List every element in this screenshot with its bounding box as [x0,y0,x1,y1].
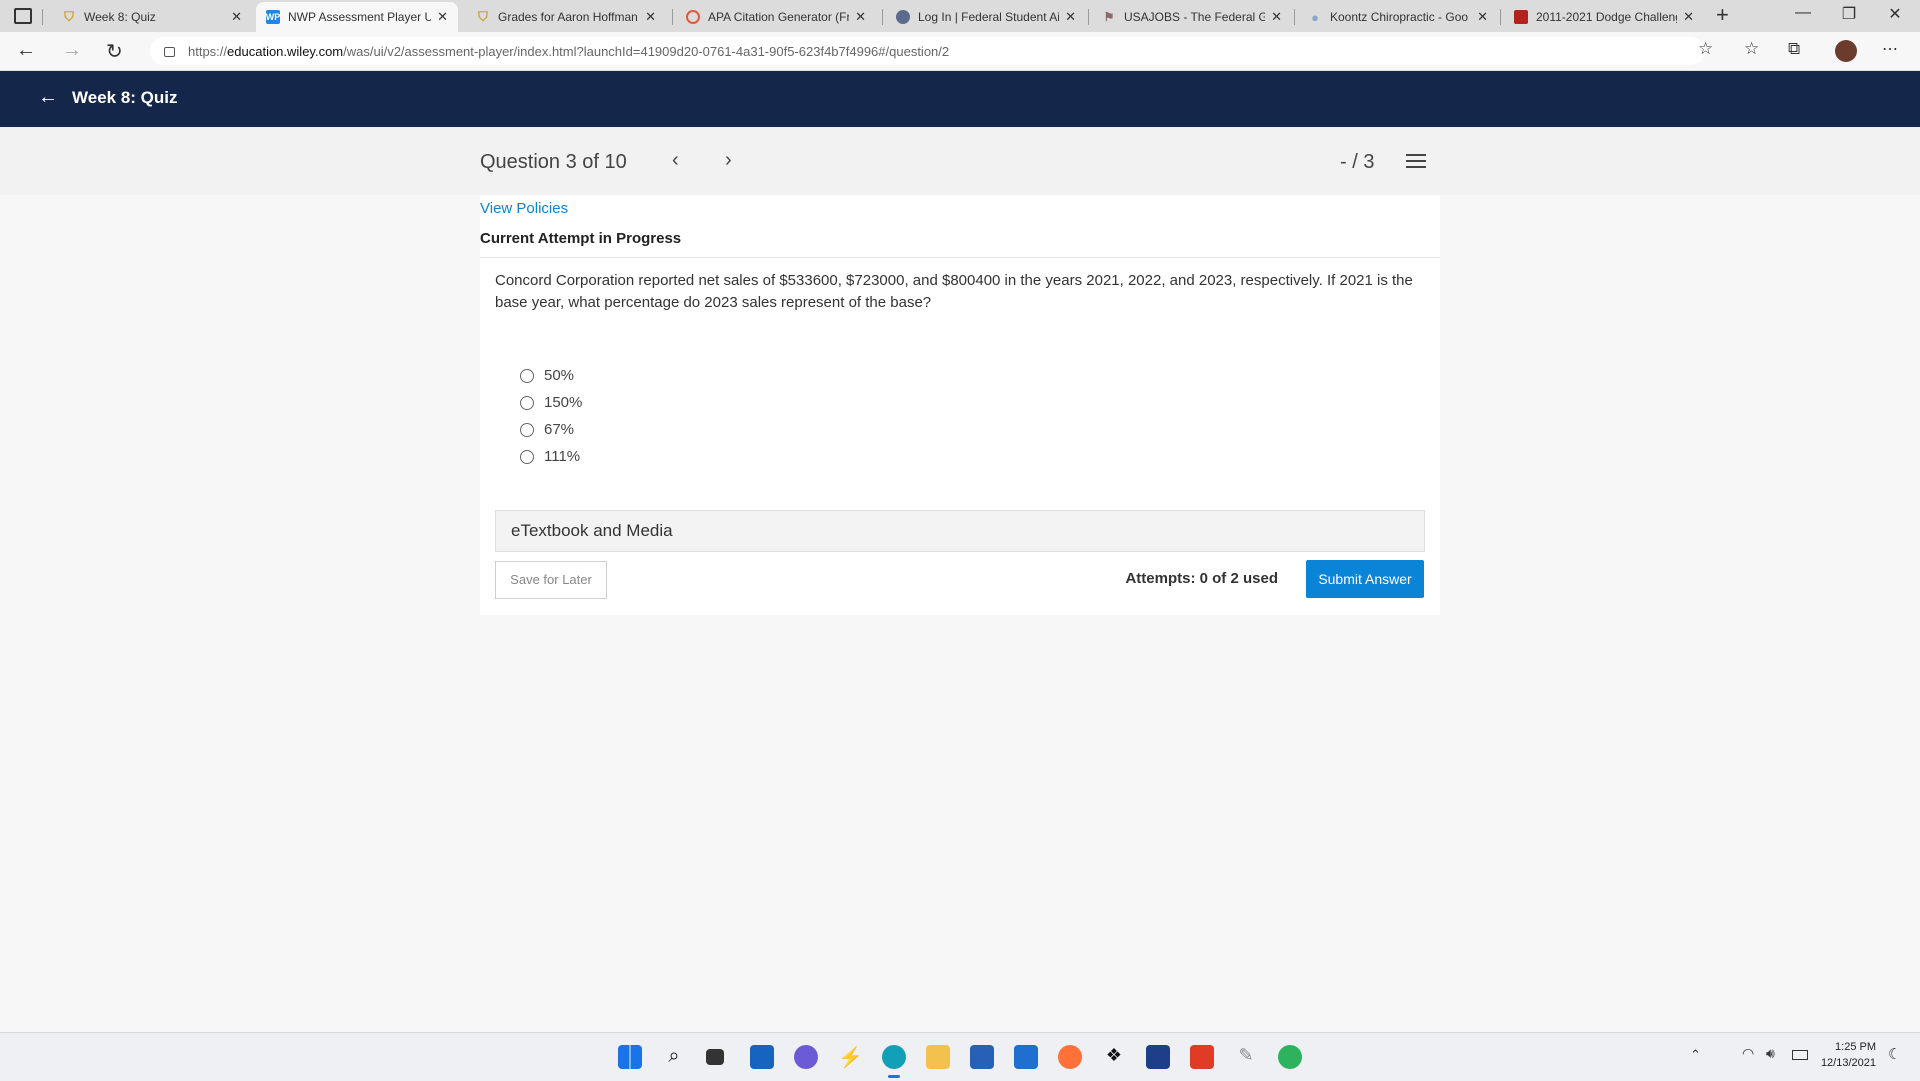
question-score: - / 3 [1340,151,1375,173]
answer-option[interactable]: 111% [520,448,582,475]
close-tab-icon[interactable]: ✕ [1477,9,1488,25]
browser-tab-grades[interactable]: ⛉ Grades for Aaron Hoffman ✕ [466,2,666,32]
browser-tab-usajobs[interactable]: ⚑ USAJOBS - The Federal Go ✕ [1092,2,1292,32]
lock-icon [164,47,175,57]
close-tab-icon[interactable]: ✕ [231,9,242,25]
url-path: /was/ui/v2/assessment-player/index.html?… [343,43,950,59]
address-bar[interactable]: https://education.wiley.com/was/ui/v2/as… [150,37,1705,65]
close-tab-icon[interactable]: ✕ [1065,9,1076,25]
edge-dev-icon[interactable] [1278,1045,1302,1069]
page-title: Week 8: Quiz [72,88,178,107]
radio-button[interactable] [520,369,534,384]
clock-time[interactable]: 1:25 PM [1820,1041,1876,1053]
volume-icon[interactable]: 🔊︎ [1766,1045,1775,1062]
widgets-icon[interactable] [750,1045,774,1069]
lightning-app-icon[interactable]: ⚡ [838,1045,863,1069]
tools-icon[interactable]: ✎ [1234,1045,1258,1069]
attempt-status: Current Attempt in Progress [480,230,682,247]
browser-tab-week8[interactable]: ⛉ Week 8: Quiz ✕ [52,2,252,32]
view-policies-link[interactable]: View Policies [480,200,568,217]
browser-tab-fsa[interactable]: Log In | Federal Student Ai ✕ [886,2,1086,32]
question-text: Concord Corporation reported net sales o… [495,272,1413,311]
cite-icon [686,10,700,24]
collections-icon[interactable]: ⧉ [1788,39,1800,59]
submit-answer-button[interactable]: Submit Answer [1306,560,1424,598]
restore-icon[interactable]: ❐ [1826,4,1872,24]
previous-question-icon[interactable]: ‹ [672,149,679,172]
radio-button[interactable] [520,396,534,411]
radio-button[interactable] [520,423,534,438]
tray-chevron-icon[interactable]: ⌃ [1690,1047,1701,1063]
close-window-icon[interactable]: ✕ [1872,4,1918,24]
divider [480,257,1440,258]
browser-tab-apa[interactable]: APA Citation Generator (Fr ✕ [676,2,876,32]
flag-icon: ⚑ [1103,10,1115,24]
app-header: ← Week 8: Quiz [0,71,1920,127]
battery-icon[interactable] [1792,1050,1808,1060]
answer-option[interactable]: 150% [520,394,582,421]
add-favorite-icon[interactable]: ☆ [1698,39,1713,59]
question-nav-bar: Question 3 of 10 ‹ › - / 3 [0,127,1920,195]
wp-icon: WP [265,10,281,24]
shield-icon: ⛉ [478,9,488,24]
attempts-counter: Attempts: 0 of 2 used [1125,570,1278,587]
active-app-indicator [888,1075,900,1078]
close-tab-icon[interactable]: ✕ [1683,9,1694,25]
url-domain: education.wiley.com [227,43,344,59]
profile-avatar[interactable] [1835,40,1857,62]
minimize-icon[interactable]: — [1780,4,1826,22]
back-arrow-icon[interactable]: ← [16,39,36,62]
favorites-icon[interactable]: ☆ [1744,39,1759,59]
car-icon [1514,10,1528,24]
dropbox-icon[interactable]: ❖ [1102,1045,1126,1069]
question-card: View Policies Current Attempt in Progres… [480,195,1440,615]
mail-icon[interactable] [1014,1045,1038,1069]
store-icon[interactable] [970,1045,994,1069]
search-icon[interactable]: ⌕ [662,1045,686,1069]
question-list-icon[interactable] [1406,154,1426,168]
browser-tab-koontz[interactable]: ● Koontz Chiropractic - Goo ✕ [1298,2,1498,32]
close-tab-icon[interactable]: ✕ [437,9,448,25]
more-menu-icon[interactable]: ⋯ [1882,39,1898,59]
radio-button[interactable] [520,450,534,465]
browser-tab-nwp[interactable]: WP NWP Assessment Player UI ✕ [256,2,458,32]
windows-start-icon[interactable] [618,1045,642,1069]
tab-actions-icon[interactable] [14,8,32,24]
etextbook-media-panel[interactable]: eTextbook and Media [495,510,1425,552]
notification-icon[interactable]: ☾ [1888,1045,1901,1063]
app-shield-icon[interactable] [1146,1045,1170,1069]
browser-tab-dodge[interactable]: 2011-2021 Dodge Challeng ✕ [1504,2,1704,32]
close-tab-icon[interactable]: ✕ [855,9,866,25]
browser-toolbar: ← → ↻ https://education.wiley.com/was/ui… [0,32,1920,71]
taskbar: ⌕ ⚡ ❖ ✎ ⌃ ◠ 🔊︎ 1:25 PM 12/13/2021 ☾ [0,1032,1920,1081]
close-tab-icon[interactable]: ✕ [645,9,656,25]
browser-tab-strip: ⛉ Week 8: Quiz ✕ WP NWP Assessment Playe… [0,0,1920,32]
close-tab-icon[interactable]: ✕ [1271,9,1282,25]
back-arrow-icon[interactable]: ← [38,86,58,109]
answer-option[interactable]: 67% [520,421,582,448]
wifi-icon[interactable]: ◠ [1742,1045,1754,1062]
office-icon[interactable] [1190,1045,1214,1069]
etextbook-label: eTextbook and Media [511,521,673,540]
refresh-icon[interactable]: ↻ [106,39,123,64]
answer-option[interactable]: 50% [520,367,582,394]
question-counter: Question 3 of 10 [480,151,627,173]
gov-icon [896,10,910,24]
save-for-later-button[interactable]: Save for Later [495,561,607,599]
edge-browser-icon[interactable] [882,1045,906,1069]
file-explorer-icon[interactable] [926,1045,950,1069]
url-prefix: https:// [188,43,228,59]
map-pin-icon: ● [1311,9,1319,25]
shield-icon: ⛉ [64,9,74,24]
firefox-icon[interactable] [1058,1045,1082,1069]
next-question-icon[interactable]: › [725,149,732,172]
answer-options: 50% 150% 67% 111% [520,367,582,475]
new-tab-button[interactable]: + [1716,2,1729,28]
task-view-icon[interactable] [706,1049,724,1065]
forward-arrow-icon[interactable]: → [62,39,82,62]
clock-date[interactable]: 12/13/2021 [1812,1057,1876,1069]
teams-chat-icon[interactable] [794,1045,818,1069]
